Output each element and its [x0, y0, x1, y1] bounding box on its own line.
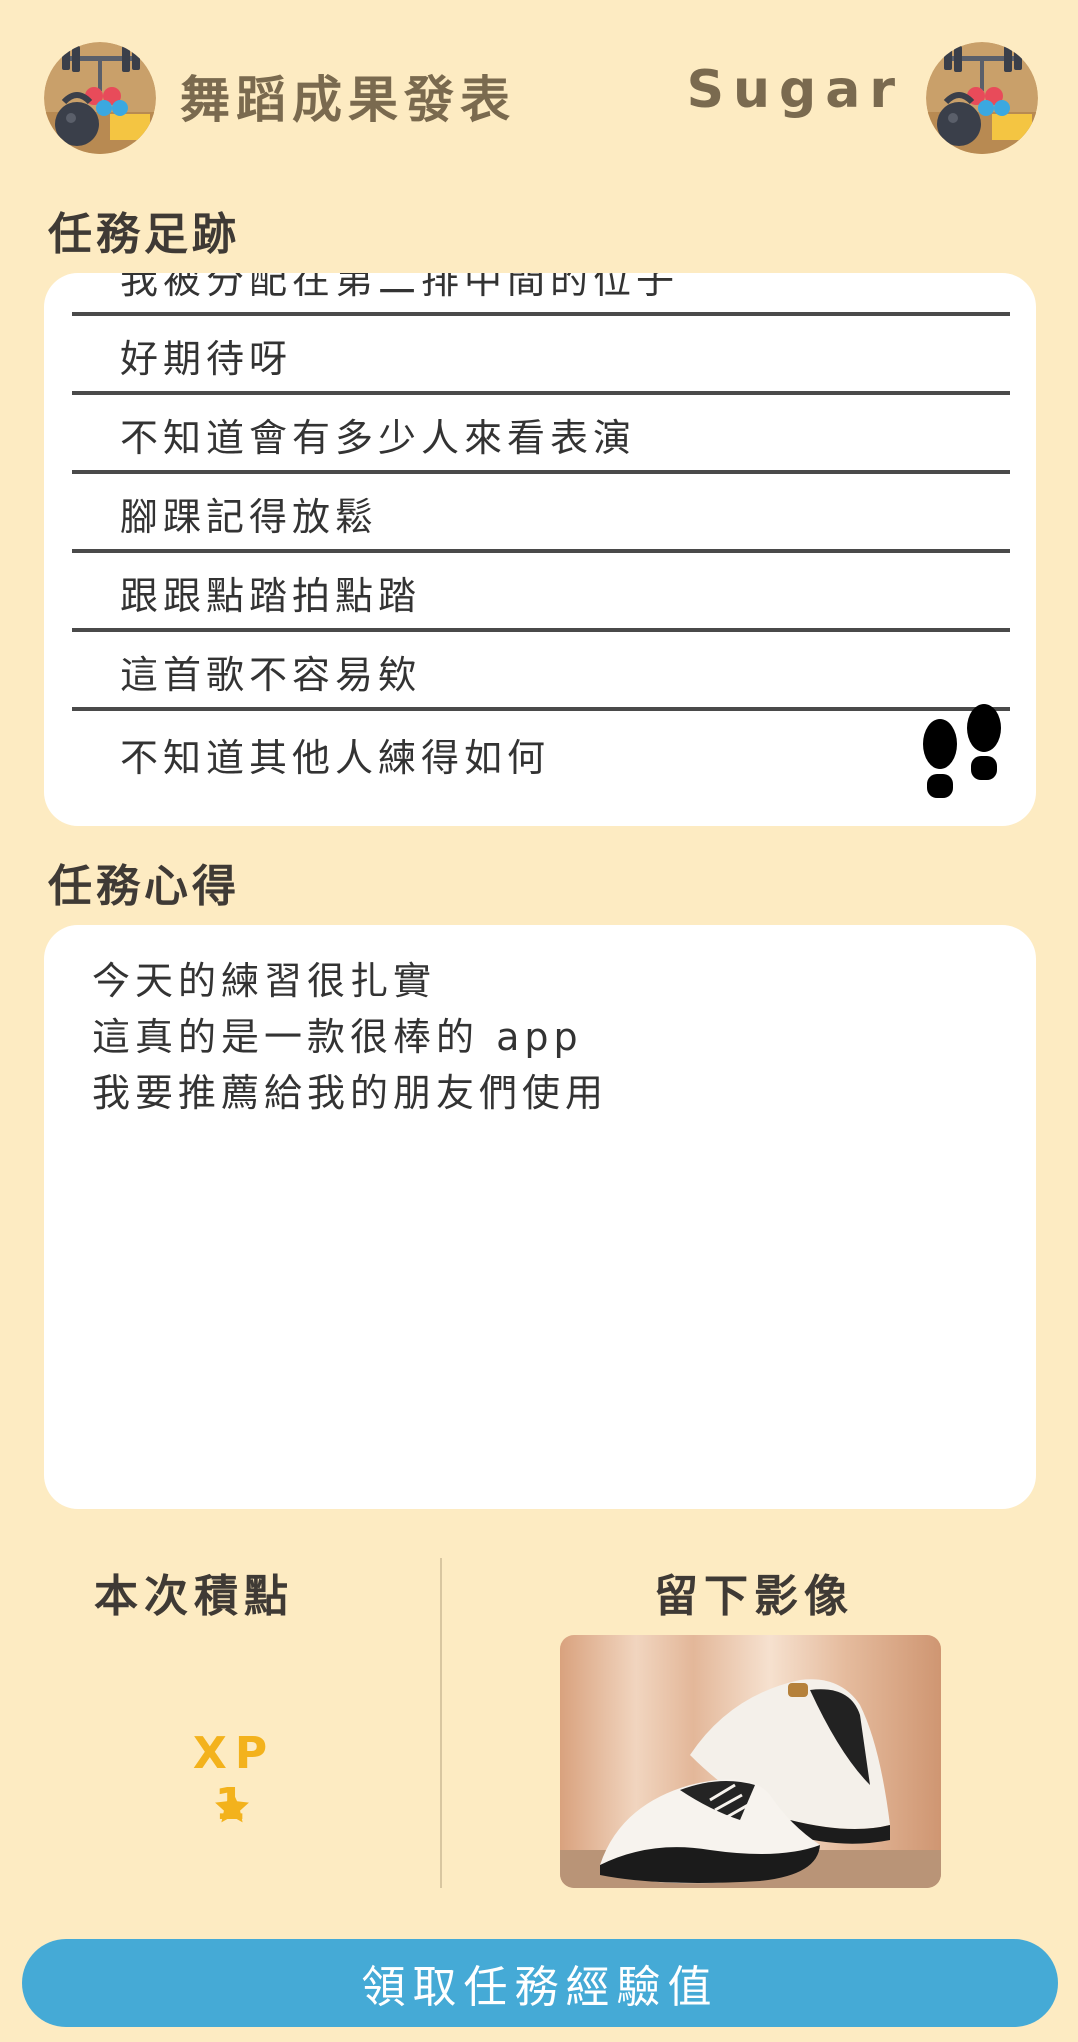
- reflection-line: 我要推薦給我的朋友們使用: [92, 1071, 609, 1115]
- fitness-equipment-icon: [44, 42, 156, 154]
- claim-xp-button[interactable]: 領取任務經驗值: [22, 1939, 1058, 2027]
- trace-item: 腳踝記得放鬆: [72, 474, 1010, 553]
- user-name: Sugar: [686, 60, 904, 120]
- points-heading: 本次積點: [94, 1571, 294, 1622]
- reflection-heading: 任務心得: [48, 861, 240, 912]
- tap-shoes-photo[interactable]: [560, 1635, 941, 1888]
- reflection-line: 今天的練習很扎實: [92, 959, 437, 1003]
- reflection-textarea[interactable]: 今天的練習很扎實 這真的是一款很棒的 app 我要推薦給我的朋友們使用: [44, 925, 1036, 1509]
- header: 舞蹈成果發表 Sugar: [0, 0, 1078, 190]
- trace-item: 好期待呀: [72, 316, 1010, 395]
- tap-shoes-image: [560, 1635, 941, 1888]
- section-divider: [440, 1558, 442, 1888]
- footprints-icon: [923, 704, 1001, 798]
- trace-item: 這首歌不容易欸: [72, 632, 1010, 711]
- mission-detail-screen: 舞蹈成果發表 Sugar 任務足跡 我被分配在第二排中間的位子 好期待呀 不知道…: [0, 0, 1078, 2042]
- fitness-equipment-icon: [926, 42, 1038, 154]
- mission-avatar[interactable]: [44, 42, 156, 154]
- trace-heading: 任務足跡: [48, 209, 240, 260]
- image-heading: 留下影像: [654, 1571, 854, 1622]
- trace-item: 我被分配在第二排中間的位子: [72, 273, 1010, 316]
- mission-title: 舞蹈成果發表: [180, 71, 516, 129]
- trace-card[interactable]: 我被分配在第二排中間的位子 好期待呀 不知道會有多少人來看表演 腳踝記得放鬆 跟…: [44, 273, 1036, 826]
- trace-item: 不知道其他人練得如何: [120, 736, 551, 780]
- reflection-line: 這真的是一款很棒的 app: [92, 1015, 583, 1059]
- trace-item: 不知道會有多少人來看表演: [72, 395, 1010, 474]
- star-icon: [215, 1790, 249, 1823]
- trace-list[interactable]: 我被分配在第二排中間的位子 好期待呀 不知道會有多少人來看表演 腳踝記得放鬆 跟…: [72, 273, 1010, 790]
- user-avatar[interactable]: [926, 42, 1038, 154]
- reflection-text[interactable]: 今天的練習很扎實 這真的是一款很棒的 app 我要推薦給我的朋友們使用: [92, 953, 972, 1121]
- trace-item: 跟跟點踏拍點踏: [72, 553, 1010, 632]
